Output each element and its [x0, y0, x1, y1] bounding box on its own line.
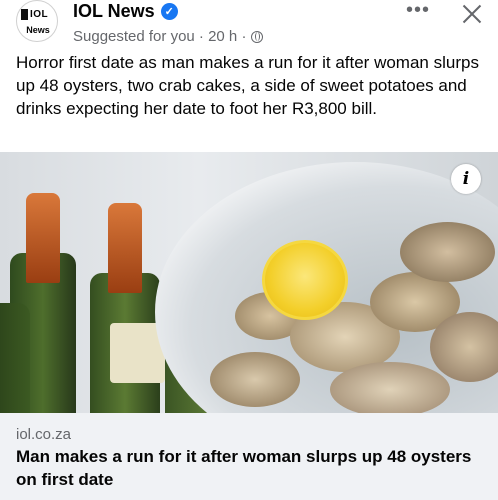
page-name-row: IOL News ✓ — [73, 1, 178, 22]
globe-icon — [251, 30, 264, 43]
close-button[interactable] — [458, 0, 486, 28]
avatar-logo: IOL — [21, 7, 55, 21]
flag-icon — [21, 8, 28, 20]
post-header: IOL News IOL News ✓ Suggested for you · … — [0, 0, 498, 52]
post-image[interactable] — [0, 152, 498, 413]
oyster-shape — [330, 362, 450, 413]
post-meta-text[interactable]: Suggested for you · 20 h · — [73, 28, 246, 45]
bottle-shape — [0, 303, 30, 413]
link-domain: iol.co.za — [16, 426, 72, 443]
link-title: Man makes a run for it after woman slurp… — [16, 447, 472, 489]
lemon-shape — [262, 240, 348, 320]
page-avatar[interactable]: IOL News — [16, 0, 58, 42]
post-meta: Suggested for you · 20 h · — [73, 28, 264, 45]
more-options-icon: ••• — [405, 0, 430, 21]
link-preview[interactable]: iol.co.za Man makes a run for it after w… — [0, 413, 498, 500]
post-text: Horror first date as man makes a run for… — [16, 53, 479, 118]
more-options-button[interactable]: ••• — [402, 0, 434, 24]
oyster-shape — [210, 352, 300, 407]
info-button[interactable]: i — [451, 164, 481, 194]
avatar-text-bottom: News — [26, 25, 50, 35]
verified-badge-icon: ✓ — [160, 3, 178, 20]
info-icon: i — [462, 169, 470, 189]
page-name[interactable]: IOL News — [73, 1, 155, 22]
oyster-shape — [400, 222, 495, 282]
avatar-text-top: IOL — [30, 8, 49, 20]
